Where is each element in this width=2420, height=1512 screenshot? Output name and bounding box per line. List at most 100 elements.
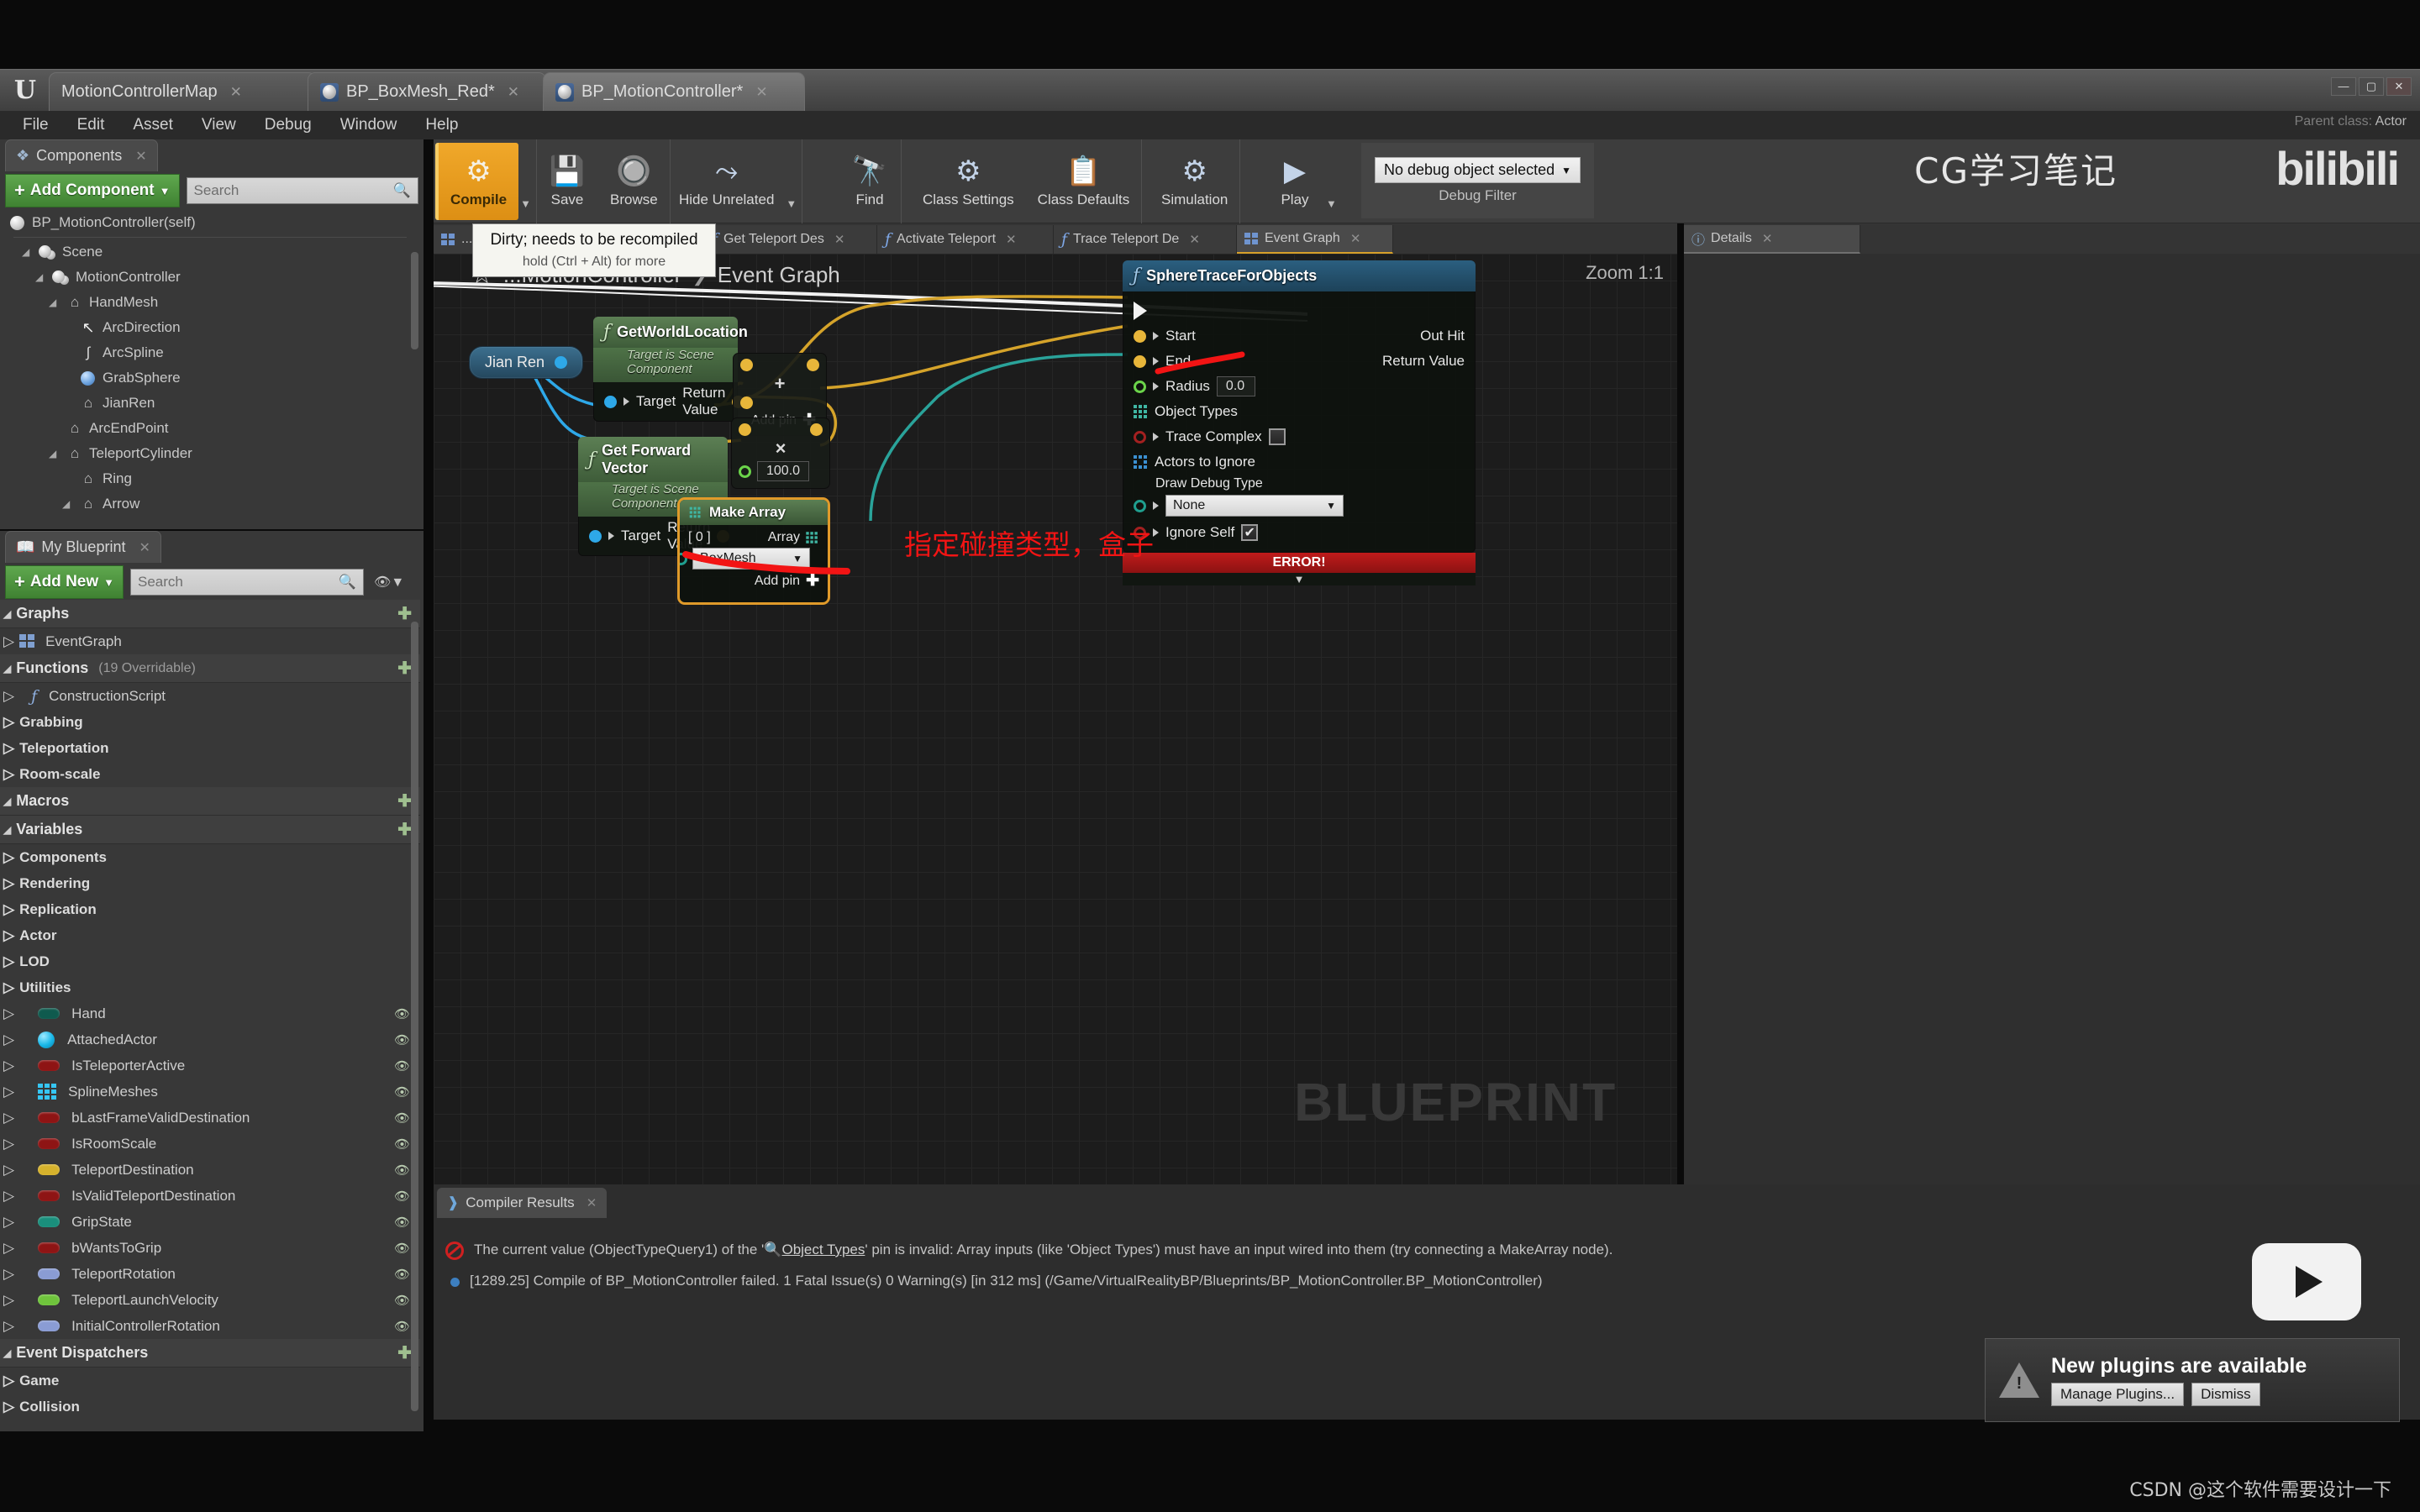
input-pin-a[interactable] xyxy=(740,359,753,371)
myblueprint-item[interactable]: ▷ TeleportDestination 👁 xyxy=(0,1157,420,1183)
menu-view[interactable]: View xyxy=(187,111,250,139)
expand-caret-icon[interactable]: ▷ xyxy=(3,875,14,892)
tab-my-blueprint[interactable]: 📖 My Blueprint ✕ xyxy=(5,531,161,563)
close-icon[interactable]: ✕ xyxy=(755,84,767,101)
expand-caret-icon[interactable]: ◢ xyxy=(3,795,11,807)
output-pin-array[interactable] xyxy=(806,532,818,543)
expand-caret-icon[interactable]: ▷ xyxy=(3,633,14,650)
myblueprint-item[interactable]: ▷ TeleportRotation 👁 xyxy=(0,1261,420,1287)
node-get-world-location[interactable]: ƒ GetWorldLocation Target is Scene Compo… xyxy=(593,317,748,422)
pin-row-target[interactable]: Target Return Value xyxy=(594,385,745,417)
myblueprint-item[interactable]: ▷ Game xyxy=(0,1368,420,1394)
myblueprint-item[interactable]: ▷ Room-scale xyxy=(0,761,420,787)
draw-debug-type-select[interactable]: None ▼ xyxy=(1165,495,1344,517)
input-pin-target[interactable] xyxy=(604,395,617,408)
pin-row-start[interactable]: Start Out Hit xyxy=(1123,323,1475,349)
expand-caret-icon[interactable]: ◢ xyxy=(3,1347,11,1359)
input-pin-trace-complex[interactable] xyxy=(1134,430,1146,444)
component-row[interactable]: ◢↖ArcDirection xyxy=(0,315,420,340)
pin-row-ignore-self[interactable]: Ignore Self ✔ xyxy=(1123,520,1475,545)
node-make-array[interactable]: Make Array [ 0 ] Array BoxMesh ▼ Add pin… xyxy=(677,497,830,605)
compiler-message-info[interactable]: [1289.25] Compile of BP_MotionController… xyxy=(445,1266,2403,1297)
input-pin-b[interactable] xyxy=(739,465,751,478)
input-pin-a[interactable] xyxy=(739,423,751,436)
components-search-input[interactable]: Search 🔍 xyxy=(186,177,418,204)
radius-value-field[interactable]: 0.0 xyxy=(1216,376,1255,396)
pin-row-actors-to-ignore[interactable]: Actors to Ignore xyxy=(1123,449,1475,475)
component-row[interactable]: ◢∫ArcSpline xyxy=(0,340,420,365)
close-icon[interactable]: ✕ xyxy=(1762,231,1773,246)
tab-details[interactable]: ⓘ Details ✕ xyxy=(1684,225,1860,254)
expand-caret-icon[interactable]: ◢ xyxy=(3,608,11,620)
output-pin[interactable] xyxy=(555,356,568,369)
component-row[interactable]: ◢ Scene xyxy=(0,239,420,265)
expand-caret-icon[interactable]: ◢ xyxy=(49,448,60,459)
pin-row-draw-debug-type[interactable]: None ▼ xyxy=(1123,491,1475,520)
myblueprint-item[interactable]: ▷ TeleportLaunchVelocity 👁 xyxy=(0,1287,420,1313)
myblueprint-item[interactable]: ▷ Replication xyxy=(0,896,420,922)
myblueprint-item[interactable]: ▷ LOD xyxy=(0,948,420,974)
myblueprint-item[interactable]: ▷ Grabbing xyxy=(0,709,420,735)
pin-row-object-types[interactable]: Object Types xyxy=(1123,399,1475,424)
ignore-self-checkbox[interactable]: ✔ xyxy=(1241,524,1259,541)
myblueprint-item[interactable]: ▷ IsRoomScale 👁 xyxy=(0,1131,420,1157)
hide-unrelated-caret-icon[interactable]: ▼ xyxy=(786,197,802,210)
pin-row-exec[interactable] xyxy=(1123,298,1475,323)
find-button[interactable]: 🔭 Find xyxy=(839,141,901,222)
expand-caret-icon[interactable]: ▷ xyxy=(3,953,14,970)
multiply-value-field[interactable]: 100.0 xyxy=(757,461,810,481)
play-dropdown-caret-icon[interactable]: ▼ xyxy=(1326,197,1342,210)
class-defaults-button[interactable]: 📋 Class Defaults xyxy=(1026,141,1142,222)
myblueprint-item[interactable]: ▷ InitialControllerRotation 👁 xyxy=(0,1313,420,1339)
exec-input-pin[interactable] xyxy=(1134,302,1147,320)
myblueprint-item[interactable]: ▷ Hand 👁 xyxy=(0,1000,420,1026)
myblueprint-item[interactable]: ▷ Collision xyxy=(0,1394,420,1420)
myblueprint-section-header[interactable]: ◢ Macros ✚ xyxy=(0,787,420,816)
compile-button[interactable]: ⚙ Compile xyxy=(435,143,519,220)
close-icon[interactable]: ✕ xyxy=(834,232,845,247)
dismiss-button[interactable]: Dismiss xyxy=(2191,1383,2260,1406)
graph-tab-2[interactable]: ƒ Get Teleport Des ✕ xyxy=(704,225,877,254)
trace-complex-checkbox[interactable] xyxy=(1268,428,1286,445)
input-pin-end[interactable] xyxy=(1134,354,1146,368)
asset-tab-bp-motioncontroller[interactable]: BP_MotionController* ✕ xyxy=(543,72,805,111)
node-multiply[interactable]: × 100.0 xyxy=(731,417,830,489)
myblueprint-section-header[interactable]: ◢ Graphs ✚ xyxy=(0,600,420,628)
pin-row-end[interactable]: End Return Value xyxy=(1123,349,1475,374)
asset-tab-motioncontrollermap[interactable]: MotionControllerMap ✕ xyxy=(49,72,316,111)
close-icon[interactable]: ✕ xyxy=(139,539,150,556)
menu-file[interactable]: File xyxy=(8,111,63,139)
close-button[interactable]: ✕ xyxy=(2386,77,2412,96)
browse-button[interactable]: 🔘 Browse xyxy=(598,141,670,222)
close-icon[interactable]: ✕ xyxy=(508,84,519,101)
component-row[interactable]: ◢GrabSphere xyxy=(0,365,420,391)
play-button[interactable]: ▶ Play xyxy=(1264,141,1326,222)
pin-row-radius[interactable]: Radius 0.0 xyxy=(1123,374,1475,399)
compiler-message-error[interactable]: The current value (ObjectTypeQuery1) of … xyxy=(445,1235,2403,1266)
close-icon[interactable]: ✕ xyxy=(135,148,146,165)
expand-caret-icon[interactable]: ▷ xyxy=(3,1399,14,1415)
menu-debug[interactable]: Debug xyxy=(250,111,326,139)
component-row[interactable]: ◢⌂Ring xyxy=(0,466,420,491)
expand-caret-icon[interactable]: ▷ xyxy=(3,766,14,783)
myblueprint-item[interactable]: ▷ Utilities xyxy=(0,974,420,1000)
myblueprint-item[interactable]: ▷ SplineMeshes 👁 xyxy=(0,1079,420,1105)
close-icon[interactable]: ✕ xyxy=(230,84,242,101)
menu-help[interactable]: Help xyxy=(411,111,472,139)
add-item-button[interactable]: ✚ xyxy=(397,603,420,624)
input-pin-0[interactable] xyxy=(680,552,687,565)
add-component-button[interactable]: + Add Component ▼ xyxy=(5,174,180,207)
myblueprint-item[interactable]: ▷ Actor xyxy=(0,922,420,948)
compile-dropdown-caret-icon[interactable]: ▼ xyxy=(520,197,536,210)
expand-caret-icon[interactable]: ▷ xyxy=(3,740,14,757)
close-icon[interactable]: ✕ xyxy=(587,1195,597,1210)
class-settings-button[interactable]: ⚙ Class Settings xyxy=(911,141,1026,222)
output-pin-result[interactable] xyxy=(810,423,823,436)
myblueprint-section-header[interactable]: ◢ Variables ✚ xyxy=(0,816,420,844)
close-icon[interactable]: ✕ xyxy=(1189,232,1200,247)
breadcrumb-item-1[interactable]: Event Graph xyxy=(718,262,840,288)
expand-caret-icon[interactable]: ◢ xyxy=(62,498,74,510)
myblueprint-section-header[interactable]: ◢ Event Dispatchers ✚ xyxy=(0,1339,420,1368)
expand-caret-icon[interactable]: ▷ xyxy=(3,714,14,731)
add-new-button[interactable]: + Add New ▼ xyxy=(5,565,124,599)
